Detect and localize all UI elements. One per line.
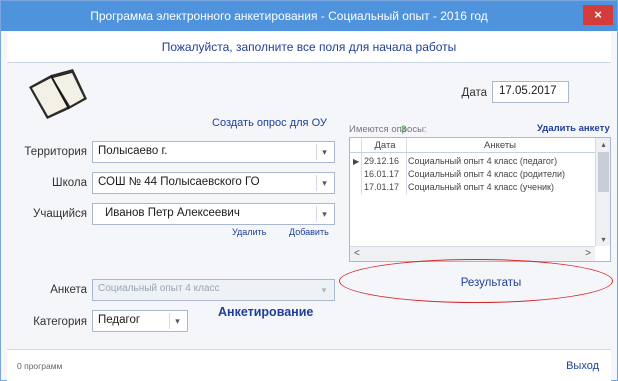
row-date: 16.01.17 xyxy=(364,169,400,179)
category-label: Категория xyxy=(33,316,87,328)
book-icon xyxy=(29,69,87,119)
date-field[interactable]: 17.05.2017 xyxy=(492,81,569,103)
student-label: Учащийся xyxy=(33,208,87,220)
survey-value: Социальный опыт 4 класс xyxy=(98,283,220,294)
surveys-count: 3 xyxy=(401,124,407,135)
create-survey-link[interactable]: Создать опрос для ОУ xyxy=(212,117,327,129)
survey-select[interactable]: Социальный опыт 4 класс ▾ xyxy=(92,279,335,301)
territory-value: Полысаево г. xyxy=(98,145,168,157)
table-row[interactable]: 16.01.17 Социальный опыт 4 класс (родите… xyxy=(350,168,595,181)
footer-status: 0 программ xyxy=(17,361,63,371)
scroll-left-icon[interactable]: < xyxy=(354,248,360,259)
scroll-up-icon[interactable]: ▴ xyxy=(596,140,611,149)
header-message: Пожалуйста, заполните все поля для начал… xyxy=(161,40,457,54)
exit-link[interactable]: Выход xyxy=(566,360,599,372)
date-label: Дата xyxy=(461,87,487,99)
grid-header: Дата Анкеты xyxy=(350,138,595,153)
window-title: Программа электронного анкетирования - С… xyxy=(90,9,488,23)
survey-label: Анкета xyxy=(50,284,87,296)
school-label: Школа xyxy=(52,177,87,189)
row-pointer-icon: ▶ xyxy=(353,157,360,166)
scroll-down-icon[interactable]: ▾ xyxy=(596,235,611,244)
school-value: СОШ № 44 Полысаевского ГО xyxy=(98,176,260,188)
header-band: Пожалуйста, заполните все поля для начал… xyxy=(7,32,611,63)
row-survey: Социальный опыт 4 класс (педагог) xyxy=(408,156,558,166)
start-survey-button[interactable]: Анкетирование xyxy=(218,305,313,319)
chevron-down-icon[interactable]: ▾ xyxy=(316,175,332,191)
column-header-survey[interactable]: Анкеты xyxy=(410,138,590,153)
territory-select[interactable]: Полысаево г. ▾ xyxy=(92,141,335,163)
row-date: 29.12.16 xyxy=(364,156,400,166)
table-row[interactable]: 17.01.17 Социальный опыт 4 класс (ученик… xyxy=(350,181,595,194)
territory-label: Территория xyxy=(24,146,87,158)
school-select[interactable]: СОШ № 44 Полысаевского ГО ▾ xyxy=(92,172,335,194)
title-bar[interactable]: Программа электронного анкетирования - С… xyxy=(1,1,617,31)
close-button[interactable]: × xyxy=(583,5,613,25)
table-row[interactable]: ▶ 29.12.16 Социальный опыт 4 класс (педа… xyxy=(350,155,595,168)
delete-student-link[interactable]: Удалить xyxy=(232,227,266,237)
results-link[interactable]: Результаты xyxy=(441,277,541,289)
row-survey: Социальный опыт 4 класс (родители) xyxy=(408,169,565,179)
chevron-down-icon[interactable]: ▾ xyxy=(316,144,332,160)
add-student-link[interactable]: Добавить xyxy=(289,227,329,237)
vertical-scrollbar[interactable]: ▴ ▾ xyxy=(595,138,610,246)
category-select[interactable]: Педагог ▾ xyxy=(92,310,188,332)
chevron-down-icon[interactable]: ▾ xyxy=(316,282,332,298)
category-value: Педагог xyxy=(98,314,141,326)
row-date: 17.01.17 xyxy=(364,182,400,192)
delete-survey-link[interactable]: Удалить анкету xyxy=(537,123,610,134)
student-value: Иванов Петр Алексеевич xyxy=(105,207,240,219)
chevron-down-icon[interactable]: ▾ xyxy=(316,206,332,222)
app-window: Программа электронного анкетирования - С… xyxy=(0,0,618,381)
row-survey: Социальный опыт 4 класс (ученик) xyxy=(408,182,554,192)
column-header-date[interactable]: Дата xyxy=(362,138,408,153)
student-select[interactable]: Иванов Петр Алексеевич ▾ xyxy=(92,203,335,225)
chevron-down-icon[interactable]: ▾ xyxy=(169,313,185,329)
footer: 0 программ Выход xyxy=(7,349,611,381)
surveys-count-label: Имеются опросы: xyxy=(349,124,427,135)
surveys-grid[interactable]: Дата Анкеты ▶ 29.12.16 Социальный опыт 4… xyxy=(349,137,611,262)
scroll-thumb[interactable] xyxy=(598,152,609,192)
scroll-right-icon[interactable]: > xyxy=(585,248,591,259)
